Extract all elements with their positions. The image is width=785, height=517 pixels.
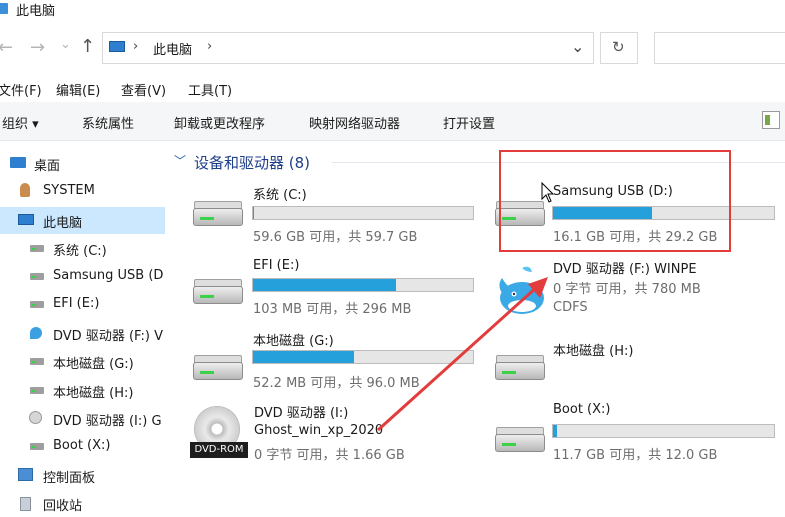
sidebar-item-label: 系统 (C:) xyxy=(53,244,107,259)
drive-name: DVD 驱动器 (I:) xyxy=(254,406,349,421)
dvd-rom-label: DVD-ROM xyxy=(190,442,248,458)
sidebar-item-label: Samsung USB (D xyxy=(53,268,164,283)
menu-tools[interactable]: 工具(T) xyxy=(188,80,232,99)
menu-view[interactable]: 查看(V) xyxy=(121,80,166,99)
control-panel-icon xyxy=(18,468,33,481)
sidebar-item-label: 本地磁盘 (H:) xyxy=(53,386,134,401)
drive-free-space: 59.6 GB 可用，共 59.7 GB xyxy=(253,230,418,245)
dvd-winpe-icon xyxy=(30,327,42,339)
menu-file[interactable]: 文件(F) xyxy=(0,80,42,99)
chevron-down-icon: ﹀ xyxy=(174,154,187,168)
computer-icon xyxy=(18,214,34,225)
breadcrumb-separator[interactable]: › xyxy=(207,39,212,54)
up-arrow-icon[interactable]: ↑ xyxy=(80,36,95,57)
organize-label: 组织 xyxy=(2,117,29,132)
sidebar-item-label: DVD 驱动器 (I:) G xyxy=(53,414,162,429)
forward-arrow-icon[interactable]: → xyxy=(30,37,45,58)
sidebar-item-label: 本地磁盘 (G:) xyxy=(53,357,134,372)
drive-icon xyxy=(30,273,44,280)
hard-drive-icon xyxy=(193,208,243,226)
uninstall-program-button[interactable]: 卸载或更改程序 xyxy=(174,113,265,132)
drive-icon xyxy=(30,387,44,394)
address-box[interactable]: › 此电脑 › ⌄ xyxy=(102,32,594,64)
search-input[interactable] xyxy=(654,32,785,64)
back-arrow-icon[interactable]: ← xyxy=(0,37,13,58)
sidebar-item-label: 此电脑 xyxy=(43,216,83,231)
sidebar-item-drive-g[interactable]: 本地磁盘 (G:) xyxy=(0,348,165,375)
drive-name: 本地磁盘 (G:) xyxy=(253,334,334,349)
desktop-icon xyxy=(10,157,26,168)
computer-icon xyxy=(0,3,8,14)
sidebar-item-label: Boot (X:) xyxy=(53,438,111,453)
refresh-icon: ↻ xyxy=(612,38,625,56)
sidebar-item-label: 桌面 xyxy=(34,159,61,174)
disc-icon xyxy=(29,411,42,424)
sidebar-item-drive-e[interactable]: EFI (E:) xyxy=(0,291,165,318)
drive-free-space: 0 字节 可用，共 780 MB xyxy=(553,282,701,297)
refresh-button[interactable]: ↻ xyxy=(600,32,638,64)
drive-name: DVD 驱动器 (F:) WINPE xyxy=(553,262,697,277)
capacity-fill xyxy=(253,351,355,363)
capacity-fill xyxy=(253,207,254,219)
user-icon xyxy=(20,183,30,197)
recent-chevron-icon[interactable]: ⌄ xyxy=(60,37,71,52)
sidebar-item-label: 控制面板 xyxy=(43,471,96,486)
sidebar-item-label: SYSTEM xyxy=(43,183,95,198)
drive-name: EFI (E:) xyxy=(253,258,300,273)
group-title: 设备和驱动器 (8) xyxy=(194,154,311,172)
breadcrumb-separator[interactable]: › xyxy=(133,39,138,54)
sidebar-item-this-pc[interactable]: 此电脑 xyxy=(0,207,165,234)
breadcrumb-this-pc[interactable]: 此电脑 xyxy=(153,39,192,58)
volume-label: Ghost_win_xp_2020 xyxy=(254,423,384,438)
window-title: 此电脑 xyxy=(16,4,56,19)
sidebar-item-label: EFI (E:) xyxy=(53,296,100,311)
capacity-bar xyxy=(252,206,474,220)
annotation-highlight-box xyxy=(499,150,731,252)
recycle-bin-icon xyxy=(20,497,31,511)
sidebar-item-drive-x[interactable]: Boot (X:) xyxy=(0,433,165,460)
computer-icon xyxy=(109,41,125,52)
drive-icon xyxy=(30,301,44,308)
menu-edit[interactable]: 编辑(E) xyxy=(56,80,100,99)
sidebar-item-drive-i[interactable]: DVD 驱动器 (I:) G xyxy=(0,405,165,432)
chevron-down-icon[interactable]: ⌄ xyxy=(571,37,584,56)
drive-icon xyxy=(30,358,44,365)
sidebar-item-control-panel[interactable]: 控制面板 xyxy=(0,462,165,489)
sidebar-item-drive-d[interactable]: Samsung USB (D xyxy=(0,263,165,290)
drive-free-space: 0 字节 可用，共 1.66 GB xyxy=(254,448,405,463)
view-options-icon[interactable] xyxy=(762,111,780,129)
system-properties-button[interactable]: 系统属性 xyxy=(82,113,134,132)
drive-name: 本地磁盘 (H:) xyxy=(553,344,634,359)
capacity-bar xyxy=(552,424,775,438)
drive-name: Boot (X:) xyxy=(553,402,611,417)
annotation-arrow xyxy=(376,277,548,432)
title-bar: 此电脑 xyxy=(0,0,785,22)
view-pane-icon xyxy=(765,115,770,125)
sidebar-item-label: 回收站 xyxy=(43,499,83,514)
menu-bar xyxy=(0,78,785,100)
drive-icon xyxy=(30,245,44,252)
mouse-cursor-icon xyxy=(541,182,555,203)
sidebar-item-label: DVD 驱动器 (F:) V xyxy=(53,329,163,344)
drive-name: 系统 (C:) xyxy=(253,188,307,203)
sidebar-item-desktop[interactable]: 桌面 xyxy=(0,150,165,177)
organize-button[interactable]: 组织 ▾ xyxy=(2,113,39,132)
drive-tile-c[interactable]: 系统 (C:) 59.6 GB 可用，共 59.7 GB xyxy=(190,180,480,246)
drive-free-space: 11.7 GB 可用，共 12.0 GB xyxy=(553,448,718,463)
dropdown-arrow-icon: ▾ xyxy=(32,117,39,132)
sidebar-item-drive-h[interactable]: 本地磁盘 (H:) xyxy=(0,377,165,404)
hard-drive-icon xyxy=(193,286,243,304)
drive-icon xyxy=(30,443,44,450)
map-network-drive-button[interactable]: 映射网络驱动器 xyxy=(309,113,400,132)
sidebar-item-drive-f[interactable]: DVD 驱动器 (F:) V xyxy=(0,320,165,347)
sidebar-item-drive-c[interactable]: 系统 (C:) xyxy=(0,235,165,262)
sidebar-item-system-user[interactable]: SYSTEM xyxy=(0,178,165,205)
hard-drive-icon xyxy=(193,362,243,380)
sidebar-item-recycle-bin[interactable]: 回收站 xyxy=(0,490,165,517)
open-settings-button[interactable]: 打开设置 xyxy=(443,113,495,132)
